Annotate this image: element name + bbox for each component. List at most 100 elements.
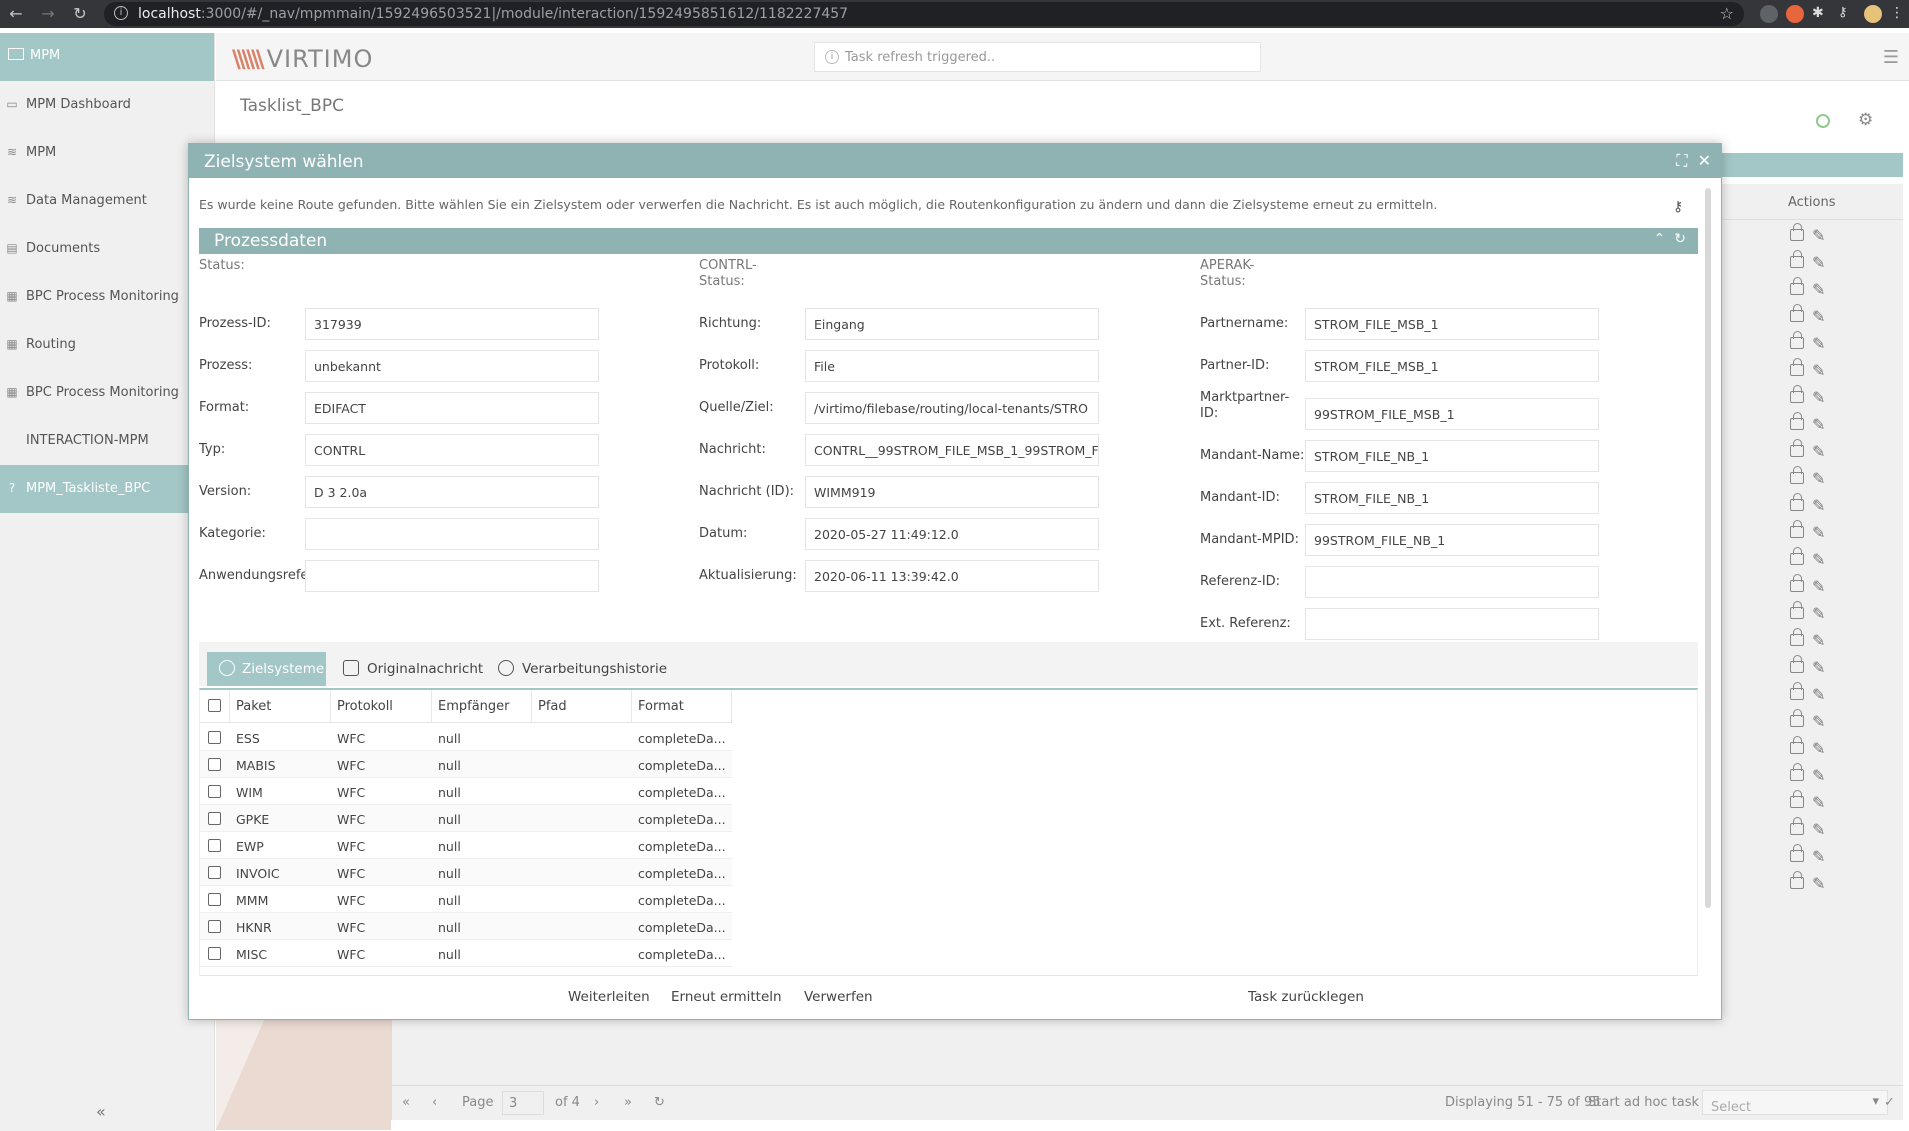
field-value[interactable]: STROM_FILE_MSB_1: [1305, 308, 1599, 340]
field-value[interactable]: 2020-06-11 13:39:42.0: [805, 560, 1099, 592]
refresh-icon[interactable]: ↻: [654, 1095, 665, 1110]
key-icon[interactable]: ⚷: [1838, 5, 1856, 23]
field-value[interactable]: STROM_FILE_NB_1: [1305, 440, 1599, 472]
reload-icon[interactable]: ↻: [70, 4, 90, 24]
sidebar-item-bpc-process-monitoring-2[interactable]: ▦ BPC Process Monitoring: [0, 369, 214, 417]
lock-icon[interactable]: [1790, 250, 1804, 268]
profile-avatar[interactable]: [1864, 5, 1882, 23]
row-checkbox[interactable]: [208, 812, 221, 825]
tab-originalnachricht[interactable]: Originalnachricht: [331, 652, 483, 686]
field-value[interactable]: EDIFACT: [305, 392, 599, 424]
row-checkbox[interactable]: [208, 839, 221, 852]
lock-icon[interactable]: [1790, 493, 1804, 511]
sidebar-item-data-management[interactable]: ≋ Data Management: [0, 177, 214, 225]
select-all-checkbox[interactable]: [208, 699, 221, 712]
lock-icon[interactable]: [1790, 736, 1804, 754]
task-zuruecklegen-button[interactable]: Task zurücklegen: [1248, 989, 1364, 1005]
edit-icon[interactable]: ✎: [1812, 334, 1825, 353]
site-info-icon[interactable]: i: [114, 6, 128, 20]
column-header-empfaenger[interactable]: Empfänger: [432, 690, 532, 723]
sidebar-item-mpm[interactable]: ≋ MPM: [0, 129, 214, 177]
erneut-ermitteln-button[interactable]: Erneut ermitteln: [671, 989, 782, 1005]
lock-icon[interactable]: [1790, 817, 1804, 835]
edit-icon[interactable]: ✎: [1812, 820, 1825, 839]
row-checkbox[interactable]: [208, 947, 221, 960]
refresh-icon[interactable]: ↻: [1674, 231, 1686, 247]
edit-icon[interactable]: ✎: [1812, 739, 1825, 758]
row-checkbox[interactable]: [208, 866, 221, 879]
edit-icon[interactable]: ✎: [1812, 874, 1825, 893]
edit-icon[interactable]: ✎: [1812, 361, 1825, 380]
forward-arrow-icon[interactable]: →: [38, 4, 58, 24]
lock-icon[interactable]: [1790, 628, 1804, 646]
sidebar-item-bpc-process-monitoring[interactable]: ▦ BPC Process Monitoring: [0, 273, 214, 321]
lock-icon[interactable]: [1790, 277, 1804, 295]
lock-icon[interactable]: [1790, 520, 1804, 538]
edit-icon[interactable]: ✎: [1812, 226, 1825, 245]
tab-verarbeitungshistorie[interactable]: Verarbeitungshistorie: [486, 652, 667, 686]
sidebar-item-documents[interactable]: ▤ Documents: [0, 225, 214, 273]
last-page-icon[interactable]: »: [624, 1095, 632, 1110]
edit-icon[interactable]: ✎: [1812, 847, 1825, 866]
edit-icon[interactable]: ✎: [1812, 307, 1825, 326]
sidebar-item-mpm-taskliste-bpc[interactable]: ? MPM_Taskliste_BPC: [0, 465, 214, 513]
edit-icon[interactable]: ✎: [1812, 631, 1825, 650]
weiterleiten-button[interactable]: Weiterleiten: [568, 989, 650, 1005]
sidebar-header[interactable]: MPM: [0, 33, 214, 81]
close-icon[interactable]: ✕: [1698, 151, 1711, 170]
field-value[interactable]: CONTRL: [305, 434, 599, 466]
field-value[interactable]: CONTRL__99STROM_FILE_MSB_1_99STROM_F: [805, 434, 1099, 466]
edit-icon[interactable]: ✎: [1812, 604, 1825, 623]
lock-icon[interactable]: [1790, 385, 1804, 403]
edit-icon[interactable]: ✎: [1812, 712, 1825, 731]
scrollbar[interactable]: [1705, 188, 1711, 908]
table-row[interactable]: EWP WFC null completeDa...: [200, 832, 732, 859]
field-value[interactable]: STROM_FILE_NB_1: [1305, 482, 1599, 514]
first-page-icon[interactable]: «: [402, 1095, 410, 1110]
edit-icon[interactable]: ✎: [1812, 523, 1825, 542]
lock-icon[interactable]: [1790, 223, 1804, 241]
lock-icon[interactable]: [1790, 466, 1804, 484]
sidebar-item-routing[interactable]: ▦ Routing: [0, 321, 214, 369]
check-icon[interactable]: ✓: [1884, 1095, 1895, 1110]
field-value[interactable]: WIMM919: [805, 476, 1099, 508]
table-row[interactable]: ESS WFC null completeDa...: [200, 724, 732, 751]
lock-icon[interactable]: [1790, 844, 1804, 862]
prev-page-icon[interactable]: ‹: [432, 1095, 437, 1110]
column-header-paket[interactable]: Paket: [230, 690, 331, 723]
row-checkbox[interactable]: [208, 731, 221, 744]
verwerfen-button[interactable]: Verwerfen: [804, 989, 873, 1005]
edit-icon[interactable]: ✎: [1812, 658, 1825, 677]
column-header-format[interactable]: Format: [632, 690, 732, 723]
hamburger-menu-icon[interactable]: ☰: [1883, 47, 1899, 68]
edit-icon[interactable]: ✎: [1812, 685, 1825, 704]
edit-icon[interactable]: ✎: [1812, 253, 1825, 272]
extension-icon[interactable]: [1760, 5, 1778, 23]
task-select[interactable]: Select ▾: [1702, 1090, 1888, 1115]
table-row[interactable]: MISC WFC null completeDa...: [200, 940, 732, 967]
next-page-icon[interactable]: ›: [594, 1095, 599, 1110]
tab-zielsysteme[interactable]: Zielsysteme: [207, 652, 326, 686]
field-value[interactable]: Eingang: [805, 308, 1099, 340]
back-arrow-icon[interactable]: ←: [6, 4, 26, 24]
bookmark-star-icon[interactable]: ☆: [1720, 4, 1734, 23]
lock-icon[interactable]: [1790, 709, 1804, 727]
edit-icon[interactable]: ✎: [1812, 550, 1825, 569]
table-row[interactable]: INVOIC WFC null completeDa...: [200, 859, 732, 886]
lock-icon[interactable]: [1790, 439, 1804, 457]
field-value[interactable]: /virtimo/filebase/routing/local-tenants/…: [805, 392, 1099, 424]
extension-icon[interactable]: [1786, 5, 1804, 23]
table-row[interactable]: MMM WFC null completeDa...: [200, 886, 732, 913]
table-row[interactable]: WIM WFC null completeDa...: [200, 778, 732, 805]
key-icon[interactable]: ⚷: [1673, 199, 1683, 215]
puzzle-icon[interactable]: ✱: [1812, 5, 1830, 23]
lock-icon[interactable]: [1790, 358, 1804, 376]
lock-icon[interactable]: [1790, 871, 1804, 889]
field-value[interactable]: unbekannt: [305, 350, 599, 382]
field-value[interactable]: [305, 560, 599, 592]
row-checkbox[interactable]: [208, 920, 221, 933]
lock-icon[interactable]: [1790, 601, 1804, 619]
field-value[interactable]: [1305, 608, 1599, 640]
edit-icon[interactable]: ✎: [1812, 280, 1825, 299]
address-bar[interactable]: i localhost:3000/#/_nav/mpmmain/15924965…: [104, 2, 1744, 26]
